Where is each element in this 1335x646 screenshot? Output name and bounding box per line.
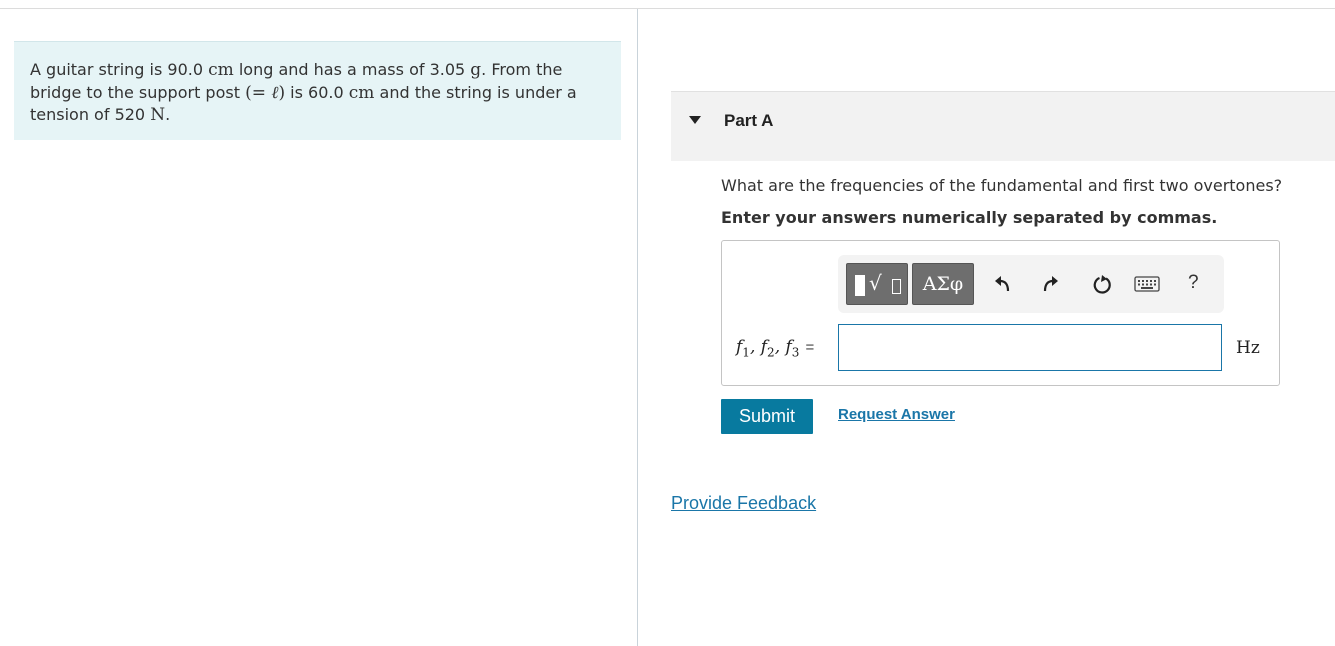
answer-input[interactable]: [838, 324, 1222, 371]
greek-symbols-button[interactable]: ΑΣφ: [912, 263, 974, 305]
provide-feedback-link[interactable]: Provide Feedback: [671, 493, 816, 514]
redo-icon[interactable]: [1039, 273, 1061, 295]
collapse-caret-icon[interactable]: [689, 116, 701, 124]
help-button[interactable]: ?: [1188, 272, 1199, 294]
answer-box: √ ΑΣφ ? f1, f2, f3 = Hz: [721, 240, 1280, 386]
top-rule: [0, 8, 1335, 9]
question-text: What are the frequencies of the fundamen…: [721, 176, 1283, 195]
answer-variable-label: f1, f2, f3 =: [736, 337, 815, 360]
unit-label: Hz: [1236, 338, 1260, 358]
column-divider: [637, 9, 638, 646]
problem-statement: A guitar string is 90.0 cm long and has …: [14, 41, 621, 140]
instruction-text: Enter your answers numerically separated…: [721, 208, 1218, 227]
request-answer-link[interactable]: Request Answer: [838, 406, 955, 423]
keyboard-icon[interactable]: [1134, 276, 1160, 292]
radical-templates-icon[interactable]: √: [846, 263, 908, 305]
part-title: Part A: [724, 111, 774, 130]
reset-icon[interactable]: [1091, 273, 1113, 295]
math-toolbar: √ ΑΣφ ?: [838, 255, 1224, 313]
part-a-header[interactable]: Part A: [671, 91, 1335, 161]
submit-button[interactable]: Submit: [721, 399, 813, 434]
undo-icon[interactable]: [992, 273, 1014, 295]
